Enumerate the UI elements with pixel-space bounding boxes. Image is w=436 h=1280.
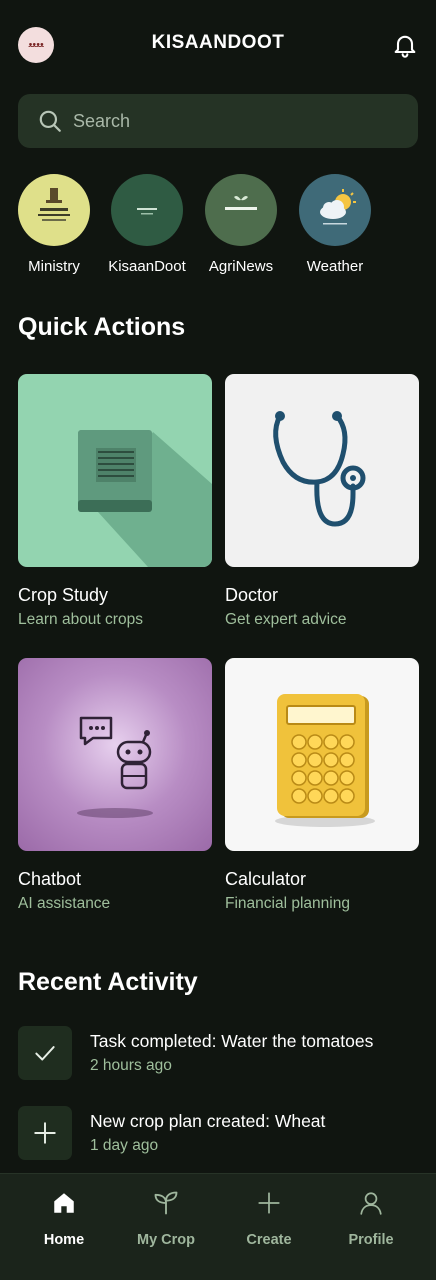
nav-label: My Crop xyxy=(137,1232,195,1248)
check-icon xyxy=(18,1026,72,1080)
nav-profile[interactable]: Profile xyxy=(321,1188,421,1248)
book-icon xyxy=(18,374,212,567)
plus-icon xyxy=(18,1106,72,1160)
card-subtitle: Financial planning xyxy=(225,895,350,912)
story-ministry[interactable]: Ministry xyxy=(4,174,104,275)
card-chatbot[interactable]: Chatbot AI assistance xyxy=(18,658,212,913)
card-subtitle: Get expert advice xyxy=(225,611,347,628)
bottom-nav: Home My Crop Create Profile xyxy=(0,1173,436,1280)
activity-item[interactable]: Task completed: Water the tomatoes 2 hou… xyxy=(18,1026,428,1082)
card-subtitle: AI assistance xyxy=(18,895,111,912)
stethoscope-icon xyxy=(225,374,419,567)
story-label: AgriNews xyxy=(208,258,274,275)
search-icon xyxy=(39,110,61,132)
story-agrinews[interactable]: AgriNews xyxy=(191,174,291,275)
notification-bell-icon[interactable] xyxy=(391,31,419,59)
quick-actions-title: Quick Actions xyxy=(18,313,186,341)
plus-icon xyxy=(219,1188,319,1218)
nav-label: Home xyxy=(43,1232,85,1248)
card-title: Calculator xyxy=(225,869,307,889)
story-kisaandoot[interactable]: KisaanDoot xyxy=(97,174,197,275)
app-header: ᴥᴥᴥᴥ KISAANDOOT xyxy=(0,0,436,90)
sprout-icon xyxy=(116,1188,216,1218)
search-bar[interactable] xyxy=(18,94,418,148)
person-icon xyxy=(321,1188,421,1218)
robot-icon xyxy=(18,658,212,851)
calculator-icon xyxy=(225,658,419,851)
card-crop-study[interactable]: Crop Study Learn about crops xyxy=(18,374,212,629)
search-input[interactable] xyxy=(73,110,373,132)
app-title: KISAANDOOT xyxy=(151,32,285,53)
activity-time: 1 day ago xyxy=(90,1137,159,1154)
story-label: Weather xyxy=(306,258,364,275)
ministry-emblem-icon xyxy=(18,174,90,246)
nav-create[interactable]: Create xyxy=(219,1188,319,1248)
activity-time: 2 hours ago xyxy=(90,1057,172,1074)
card-title: Chatbot xyxy=(18,869,82,889)
activity-title: New crop plan created: Wheat xyxy=(90,1111,326,1131)
home-icon xyxy=(14,1188,114,1218)
card-title: Crop Study xyxy=(18,585,109,605)
weather-sun-cloud-icon xyxy=(299,174,371,246)
nav-label: Create xyxy=(246,1232,292,1248)
card-title: Doctor xyxy=(225,585,279,605)
card-doctor[interactable]: Doctor Get expert advice xyxy=(225,374,419,629)
story-label: KisaanDoot xyxy=(108,258,186,275)
activity-item[interactable]: New crop plan created: Wheat 1 day ago xyxy=(18,1106,428,1162)
kisaandoot-logo-icon xyxy=(111,174,183,246)
card-calculator[interactable]: Calculator Financial planning xyxy=(225,658,419,913)
stories-row: Ministry KisaanDoot AgriNews Weather xyxy=(0,174,436,284)
card-subtitle: Learn about crops xyxy=(18,611,143,628)
nav-label: Profile xyxy=(348,1232,394,1248)
nav-my-crop[interactable]: My Crop xyxy=(116,1188,216,1248)
story-weather[interactable]: Weather xyxy=(285,174,385,275)
activity-title: Task completed: Water the tomatoes xyxy=(90,1031,374,1051)
recent-activity-title: Recent Activity xyxy=(18,968,198,996)
agrinews-logo-icon xyxy=(205,174,277,246)
nav-home[interactable]: Home xyxy=(14,1188,114,1248)
story-label: Ministry xyxy=(28,258,80,275)
